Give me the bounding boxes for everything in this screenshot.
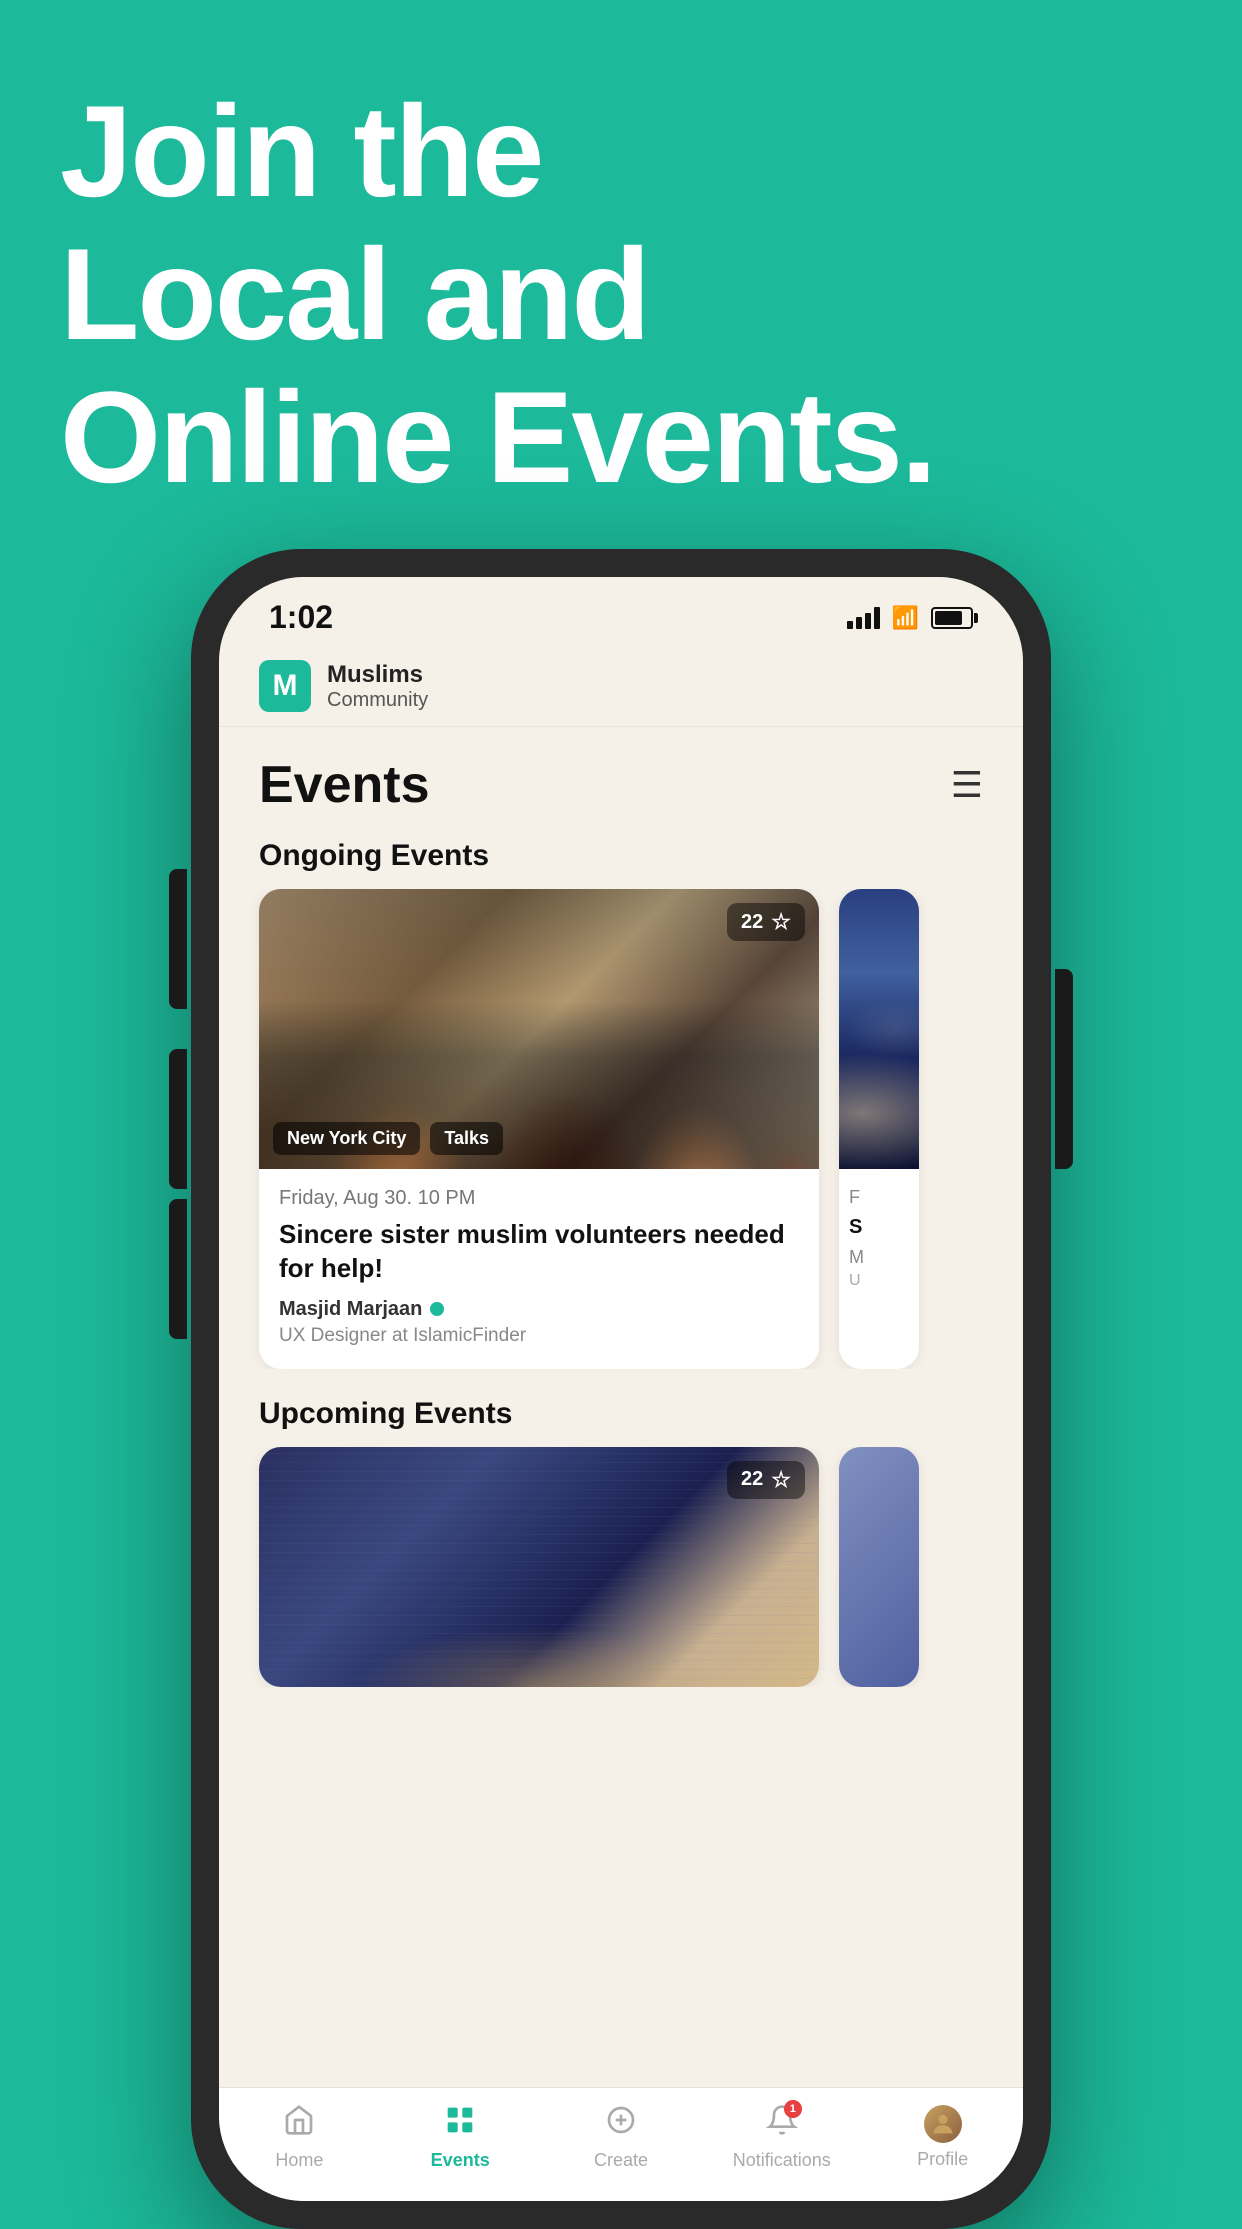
card-date-1: Friday, Aug 30. 10 PM [279, 1187, 799, 1210]
nav-item-events[interactable]: Events [405, 2104, 515, 2171]
nav-item-profile[interactable]: Profile [888, 2105, 998, 2170]
partial-card-info: F S M U [839, 1169, 919, 1312]
app-name-subtitle: Community [327, 689, 428, 712]
card-tag-type: Talks [430, 1122, 503, 1155]
host-role-1: UX Designer at IslamicFinder [279, 1325, 799, 1347]
profile-avatar [924, 2105, 962, 2143]
bottom-nav: Home Events [219, 2087, 1023, 2201]
upcoming-card-partial [839, 1447, 919, 1687]
upcoming-card-image-1: 22 ☆ [259, 1447, 819, 1687]
event-card-1[interactable]: 22 ☆ New York City Talks Friday, Aug 30.… [259, 889, 819, 1369]
upcoming-favorite-count-1: 22 [741, 1468, 763, 1491]
bell-icon: 1 [766, 2104, 798, 2144]
status-bar: 1:02 📶 [219, 577, 1023, 646]
card-tag-city: New York City [273, 1122, 420, 1155]
phone-shell: 1:02 📶 M [191, 549, 1051, 2229]
favorite-count-1: 22 [741, 911, 763, 934]
upcoming-card-1[interactable]: 22 ☆ [259, 1447, 819, 1687]
app-header: M Muslims Community [219, 646, 1023, 727]
card-info-1: Friday, Aug 30. 10 PM Sincere sister mus… [259, 1169, 819, 1369]
nav-label-create: Create [594, 2150, 648, 2171]
wifi-icon: 📶 [892, 605, 919, 631]
card-title-1: Sincere sister muslim volunteers needed … [279, 1218, 799, 1286]
upcoming-cards-row: 22 ☆ [219, 1447, 1023, 1687]
card-host-1: Masjid Marjaan [279, 1298, 799, 1321]
upcoming-partial-image [839, 1447, 919, 1687]
nav-label-profile: Profile [917, 2149, 968, 2170]
nav-item-notifications[interactable]: 1 Notifications [727, 2104, 837, 2171]
signal-icon [847, 607, 880, 629]
upcoming-section: Upcoming Events 22 ☆ [219, 1389, 1023, 1687]
phone-mockup: 1:02 📶 M [191, 549, 1051, 2229]
favorite-badge-1[interactable]: 22 ☆ [727, 903, 805, 941]
nav-item-home[interactable]: Home [244, 2104, 354, 2171]
upcoming-section-label: Upcoming Events [219, 1389, 1023, 1447]
hero-line2: Local and [60, 221, 649, 367]
home-icon [283, 2104, 315, 2144]
ongoing-cards-row: 22 ☆ New York City Talks Friday, Aug 30.… [219, 889, 1023, 1369]
hero-headline: Join the Local and Online Events. [60, 80, 1182, 509]
nav-label-home: Home [275, 2150, 323, 2171]
app-content: Ongoing Events 22 ☆ New York City Talks [219, 831, 1023, 2087]
partial-card-image [839, 889, 919, 1169]
nav-label-notifications: Notifications [733, 2150, 831, 2171]
plus-circle-icon [605, 2104, 637, 2144]
upcoming-star-icon: ☆ [771, 1467, 791, 1493]
ongoing-section-label: Ongoing Events [219, 831, 1023, 889]
event-card-image-1: 22 ☆ New York City Talks [259, 889, 819, 1169]
star-icon: ☆ [771, 909, 791, 935]
battery-icon [931, 607, 973, 629]
app-logo: M [259, 660, 311, 712]
page-header: Events ☰ [219, 727, 1023, 831]
app-name-block: Muslims Community [327, 661, 428, 712]
hero-line1: Join the [60, 78, 542, 224]
event-card-partial-1: F S M U [839, 889, 919, 1369]
hero-line3: Online Events. [60, 364, 935, 510]
hero-section: Join the Local and Online Events. [0, 0, 1242, 549]
status-time: 1:02 [269, 599, 333, 636]
card-tags-1: New York City Talks [273, 1122, 503, 1155]
upcoming-favorite-badge-1[interactable]: 22 ☆ [727, 1461, 805, 1499]
filter-icon[interactable]: ☰ [951, 764, 983, 806]
host-name-1: Masjid Marjaan [279, 1298, 422, 1321]
nav-label-events: Events [431, 2150, 490, 2171]
host-verified-icon [430, 1302, 444, 1316]
nav-item-create[interactable]: Create [566, 2104, 676, 2171]
app-name-main: Muslims [327, 661, 428, 689]
phone-screen: 1:02 📶 M [219, 577, 1023, 2201]
grid-icon [444, 2104, 476, 2144]
notification-badge: 1 [784, 2100, 802, 2118]
status-icons: 📶 [847, 605, 973, 631]
page-title: Events [259, 755, 430, 815]
